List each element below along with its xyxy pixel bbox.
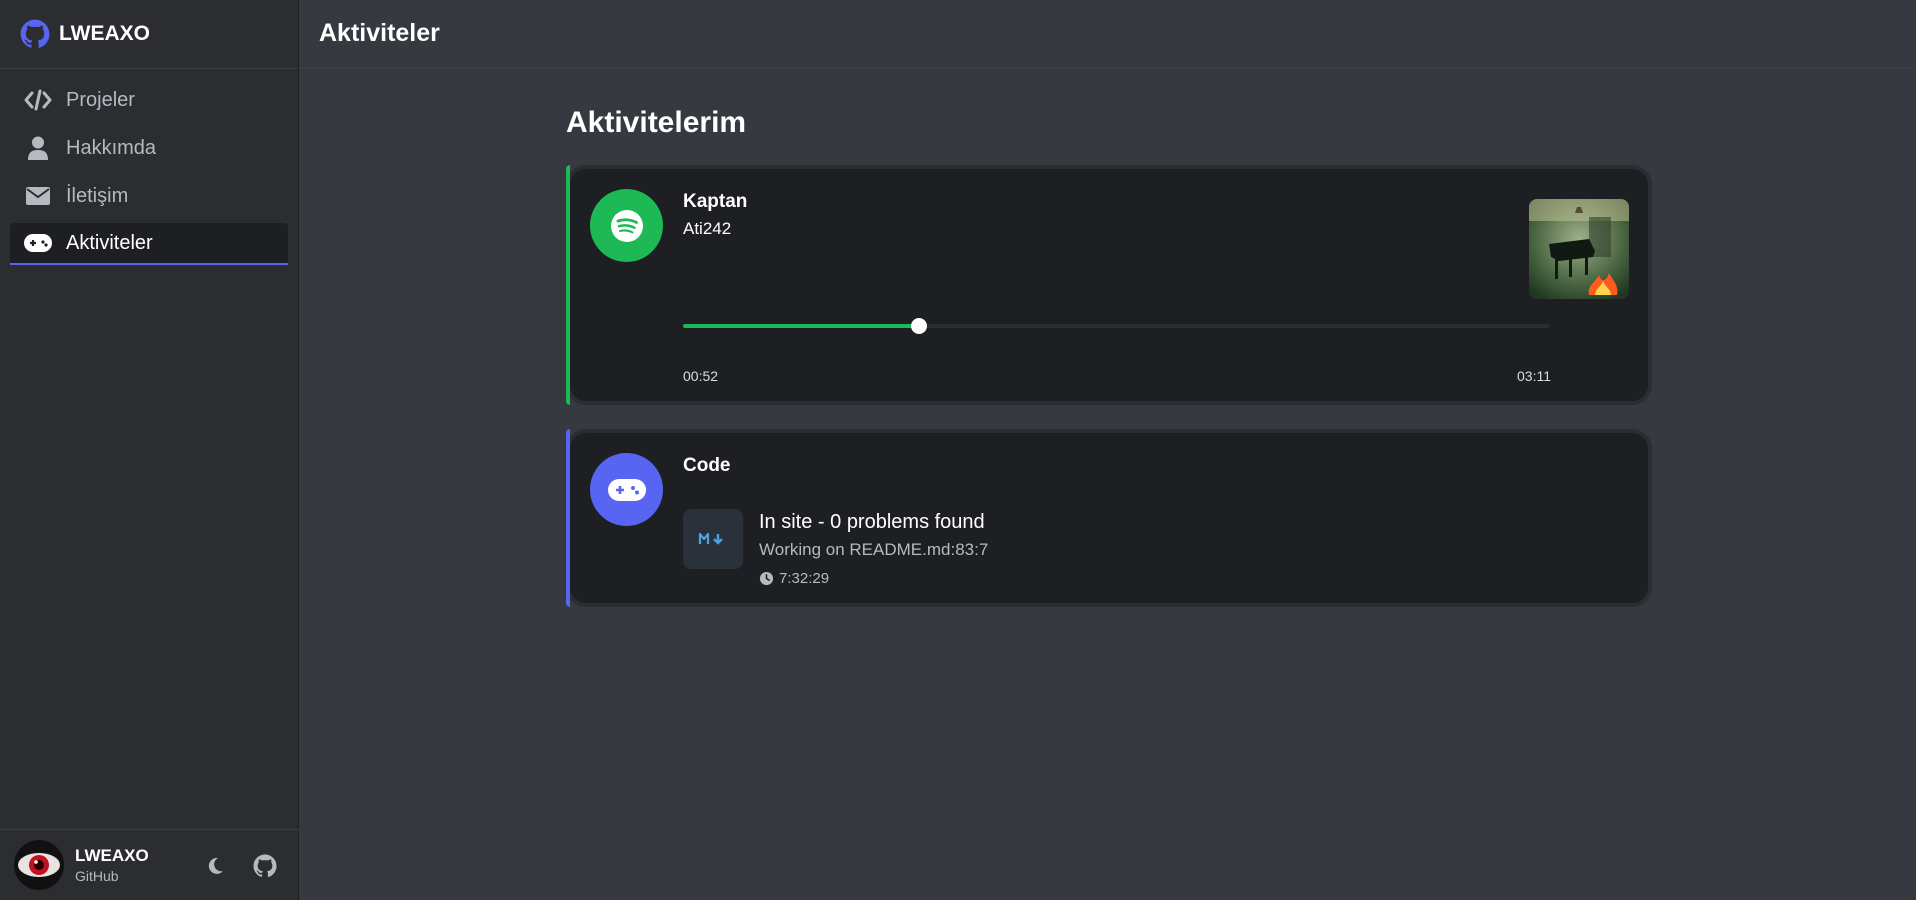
card-accent (566, 165, 570, 405)
sidebar-item-projeler[interactable]: Projeler (10, 79, 288, 121)
sidebar-item-iletisim[interactable]: İletişim (10, 175, 288, 217)
code-icon (24, 86, 52, 114)
page-title: Aktiviteler (319, 19, 440, 47)
user-bar: LWEAXO GitHub (0, 829, 299, 900)
playback-progress-bar[interactable] (683, 318, 1549, 334)
sidebar-item-label: İletişim (66, 184, 129, 207)
gamepad-icon (590, 453, 663, 526)
avatar[interactable] (14, 840, 64, 890)
sidebar-item-label: Projeler (66, 88, 135, 111)
activity-file: Working on README.md:83:7 (759, 540, 989, 559)
topbar: Aktiviteler (300, 0, 1916, 68)
user-name: LWEAXO (75, 846, 149, 865)
github-icon[interactable] (253, 854, 277, 878)
sidebar: LWEAXO Projeler Hakkımda İletişim Aktivi… (0, 0, 299, 900)
gamepad-icon (24, 229, 52, 257)
github-icon (20, 19, 50, 48)
section-title: Aktivitelerim (566, 106, 747, 139)
envelope-icon (24, 182, 52, 210)
album-cover[interactable] (1529, 199, 1629, 299)
moon-icon[interactable] (203, 854, 227, 878)
user-icon (24, 134, 52, 162)
code-activity-card: Code In site - 0 problems found Working … (566, 429, 1652, 607)
progress-fill (683, 324, 919, 328)
spotify-activity-card: Kaptan Ati242 00:52 03:11 (566, 165, 1652, 405)
brand[interactable]: LWEAXO (0, 0, 298, 69)
sidebar-item-hakkimda[interactable]: Hakkımda (10, 127, 288, 169)
card-accent (566, 429, 570, 607)
user-info: LWEAXO GitHub (75, 846, 149, 884)
user-actions (203, 854, 277, 878)
markdown-icon (683, 509, 743, 569)
activity-time: 7:32:29 (779, 570, 830, 587)
sidebar-item-label: Aktiviteler (66, 231, 153, 254)
activity-title: Code (683, 455, 731, 476)
elapsed-activity: 7:32:29 (759, 570, 988, 587)
song-title: Kaptan (683, 191, 748, 212)
sidebar-item-label: Hakkımda (66, 136, 157, 159)
main-content: Aktivitelerim Kaptan Ati242 00:52 03:11 … (566, 106, 1652, 631)
activity-state: In site - 0 problems found (759, 511, 985, 533)
progress-knob[interactable] (910, 318, 927, 334)
user-subtitle: GitHub (75, 868, 119, 884)
song-artist: Ati242 (683, 219, 732, 238)
activity-details: In site - 0 problems found Working on RE… (759, 511, 988, 587)
spotify-icon (590, 189, 663, 262)
sidebar-nav: Projeler Hakkımda İletişim Aktiviteler (0, 69, 298, 265)
sidebar-item-aktiviteler[interactable]: Aktiviteler (10, 223, 288, 265)
total-duration: 03:11 (1517, 368, 1551, 384)
clock-icon (759, 571, 774, 586)
brand-name: LWEAXO (59, 22, 151, 45)
elapsed-time: 00:52 (683, 368, 719, 384)
